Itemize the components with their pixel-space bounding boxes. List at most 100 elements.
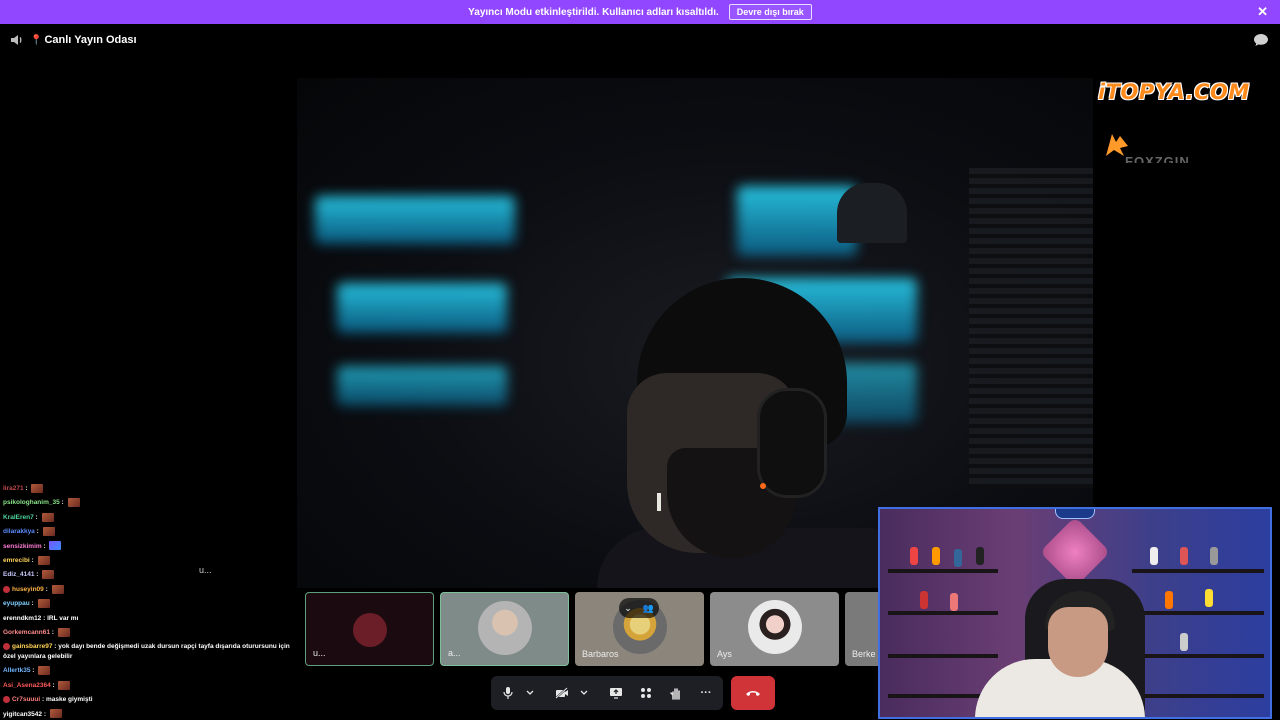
chat-message: erenndkm12 : IRL var mı (3, 614, 79, 622)
chat-username[interactable]: dilarakkya (3, 528, 35, 535)
chat-emote-icon (42, 570, 55, 580)
chat-message: Allertk35 : (3, 664, 293, 678)
camera-button[interactable] (551, 682, 573, 704)
participant-tile[interactable]: ⌄ 👥 Barbaros (575, 592, 704, 666)
disable-streamer-mode-button[interactable]: Devre dışı bırak (728, 4, 812, 20)
chat-username[interactable]: erenndkm12 (3, 615, 41, 622)
chat-message: eyuppau : (3, 597, 293, 611)
video-scene (315, 196, 515, 244)
chat-emote-icon (37, 555, 50, 565)
participant-tile[interactable]: a... (440, 592, 569, 666)
chat-username[interactable]: Ediz_4141 (3, 571, 34, 578)
apps-icon (641, 688, 651, 698)
tile-actions-overlay[interactable]: ⌄ 👥 (619, 598, 659, 618)
microphone-button[interactable] (497, 682, 519, 704)
channel-header: 📍 Canlı Yayın Odası (0, 30, 1280, 52)
chat-emote-icon (58, 680, 71, 690)
call-controls: ··· (491, 676, 723, 710)
chat-username[interactable]: gainsbarre97 (12, 643, 52, 650)
avatar (477, 601, 532, 655)
share-screen-button[interactable] (605, 682, 627, 704)
room-title-text: Canlı Yayın Odası (44, 34, 137, 46)
activities-button[interactable] (635, 682, 657, 704)
chat-message: lira271 : (3, 482, 293, 496)
video-scene (337, 366, 507, 406)
chat-badge-icon (3, 585, 10, 593)
raise-hand-icon (670, 687, 680, 700)
chevron-down-icon: ⌄ (624, 602, 632, 613)
chat-message: sensizkimim : (3, 540, 293, 554)
chat-emote-icon (49, 709, 62, 719)
chat-badge-icon (3, 696, 10, 704)
banner-text: Yayıncı Modu etkinleştirildi. Kullanıcı … (468, 6, 719, 18)
chat-emote-icon (31, 483, 44, 493)
participant-tile[interactable]: Berke C (845, 592, 880, 666)
chat-message: yigitcan3542 : (3, 708, 293, 720)
voice-channel-icon (11, 35, 22, 45)
video-scene (337, 283, 507, 333)
chat-message: gainsbarre97 : yok dayı bende değişmedi … (3, 643, 290, 661)
chat-message: huseyin09 : (3, 583, 293, 597)
camera-options-button[interactable] (573, 682, 595, 704)
chat-bubble-icon[interactable] (1253, 33, 1269, 47)
chat-message: Asi_Asena2364 : (3, 679, 293, 693)
participant-name: a... (448, 648, 461, 658)
soundboard-button[interactable] (665, 682, 687, 704)
streamer-facecam (878, 507, 1272, 719)
users-icon: 👥 (642, 602, 654, 613)
chat-username[interactable]: sensizkimim (3, 543, 42, 550)
room-title: 📍 Canlı Yayın Odası (30, 34, 137, 46)
video-scene (837, 183, 907, 243)
chat-emote-icon (67, 498, 80, 508)
chat-username[interactable]: KralEren7 (3, 514, 34, 521)
chat-username[interactable]: eyuppau (3, 600, 30, 607)
chat-message: emrecibi : (3, 554, 293, 568)
camera-off-icon (352, 613, 387, 647)
chat-emote-icon (57, 627, 70, 637)
more-options-button[interactable]: ··· (695, 682, 717, 704)
chat-emote-icon (37, 599, 50, 609)
chevron-down-icon (580, 690, 588, 695)
avatar (747, 600, 802, 654)
chat-username[interactable]: psikologhanim_35 (3, 499, 60, 506)
chat-username[interactable]: huseyin09 (12, 586, 44, 593)
camera-off-icon (555, 687, 568, 699)
participant-name: u... (313, 648, 326, 658)
chat-emote-icon (38, 666, 51, 676)
disconnect-button[interactable] (731, 676, 775, 710)
chat-username[interactable]: yigitcan3542 (3, 711, 42, 718)
chat-message: Ediz_4141 : (3, 568, 293, 582)
chat-emote-icon (49, 541, 62, 551)
chat-message: dilarakkya : (3, 525, 293, 539)
share-screen-icon (610, 688, 622, 699)
chat-emote-icon (42, 527, 55, 536)
microphone-icon (503, 687, 513, 699)
phone-hangup-icon (746, 691, 760, 696)
chat-message: psikologhanim_35 : (3, 496, 293, 510)
participant-tile[interactable]: Ays (710, 592, 839, 666)
chat-message: KralEren7 : (3, 511, 293, 525)
video-scene (969, 168, 1093, 488)
chat-username[interactable]: lira271 (3, 485, 24, 492)
chat-username[interactable]: Allertk35 (3, 667, 30, 674)
chat-username[interactable]: Gorkemcann61 (3, 629, 50, 636)
facecam-frame-emblem (1055, 509, 1095, 519)
participant-name: Ays (717, 649, 732, 659)
participant-strip: u...a...⌄👥BarbarosAysBerke C (305, 592, 880, 666)
chat-text: IRL var mı (47, 614, 79, 622)
participant-name: Barbaros (582, 649, 619, 659)
chat-message: Cr7suuui : maske giymişti (3, 693, 293, 707)
microphone-options-button[interactable] (519, 682, 541, 704)
chat-text: maske giymişti (45, 696, 93, 704)
chat-message: Gorkemcann61 : (3, 626, 293, 640)
participant-tile[interactable]: u... (305, 592, 434, 666)
chat-emote-icon (41, 512, 54, 522)
chat-username[interactable]: emrecibi (3, 557, 30, 564)
chevron-down-icon (526, 690, 534, 695)
chat-username[interactable]: Cr7suuui (12, 696, 40, 703)
chat-emote-icon (51, 584, 64, 594)
sponsor-text: FOXZGIN (1125, 154, 1190, 163)
close-icon[interactable]: ✕ (1257, 5, 1268, 19)
chat-username[interactable]: Asi_Asena2364 (3, 682, 51, 689)
participant-name: Berke C (852, 649, 880, 659)
